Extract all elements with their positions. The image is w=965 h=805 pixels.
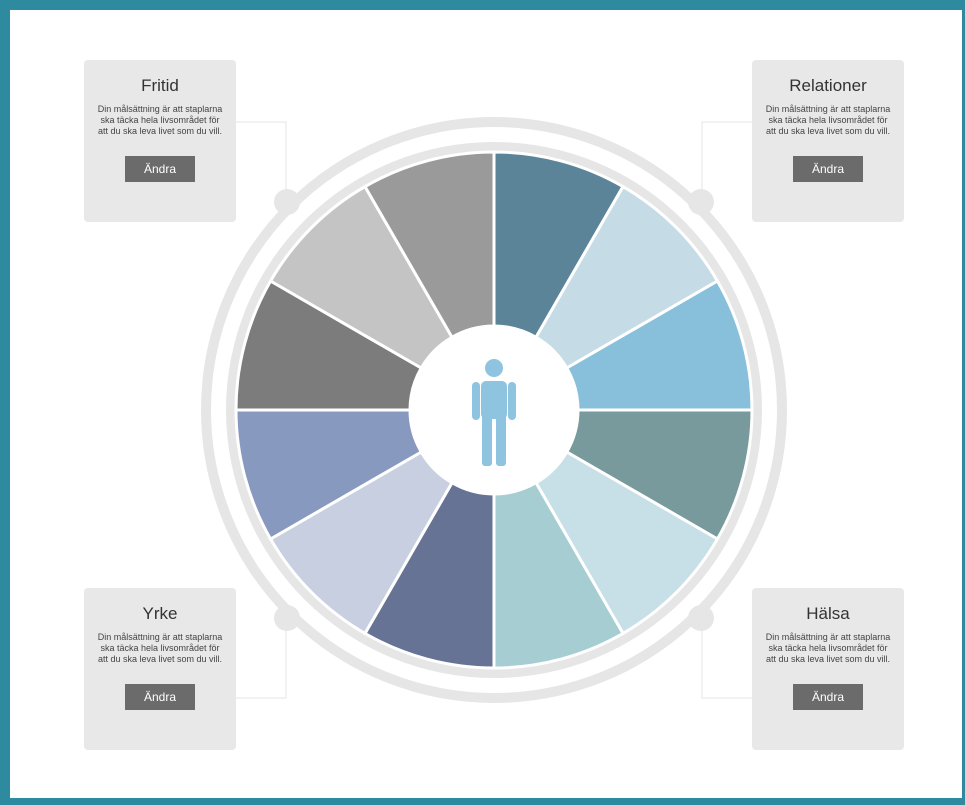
card-text: Din målsättning är att staplarna ska täc…	[765, 104, 891, 136]
card-text: Din målsättning är att staplarna ska täc…	[97, 632, 223, 664]
edit-button-relationer[interactable]: Ändra	[793, 156, 863, 182]
life-wheel-canvas: Fritid Din målsättning är att staplarna …	[10, 10, 962, 798]
card-yrke: Yrke Din målsättning är att staplarna sk…	[84, 588, 236, 750]
card-title: Hälsa	[806, 604, 850, 623]
edit-button-yrke[interactable]: Ändra	[125, 684, 195, 710]
card-text: Din målsättning är att staplarna ska täc…	[765, 632, 891, 664]
connector-halsa	[701, 620, 752, 699]
ring-knob-halsa	[688, 605, 714, 631]
card-text: Din målsättning är att staplarna ska täc…	[97, 104, 223, 136]
card-title: Fritid	[141, 76, 179, 95]
card-title: Yrke	[142, 604, 178, 623]
edit-button-fritid[interactable]: Ändra	[125, 156, 195, 182]
card-title: Relationer	[789, 76, 867, 95]
card-halsa: Hälsa Din målsättning är att staplarna s…	[752, 588, 904, 750]
connector-fritid	[236, 121, 287, 200]
ring-knob-relationer	[688, 189, 714, 215]
connector-yrke	[236, 620, 287, 699]
card-fritid: Fritid Din målsättning är att staplarna …	[84, 60, 236, 222]
edit-button-halsa[interactable]: Ändra	[793, 684, 863, 710]
ring-knob-yrke	[274, 605, 300, 631]
ring-knob-fritid	[274, 189, 300, 215]
connector-relationer	[701, 121, 752, 200]
card-relationer: Relationer Din målsättning är att stapla…	[752, 60, 904, 222]
